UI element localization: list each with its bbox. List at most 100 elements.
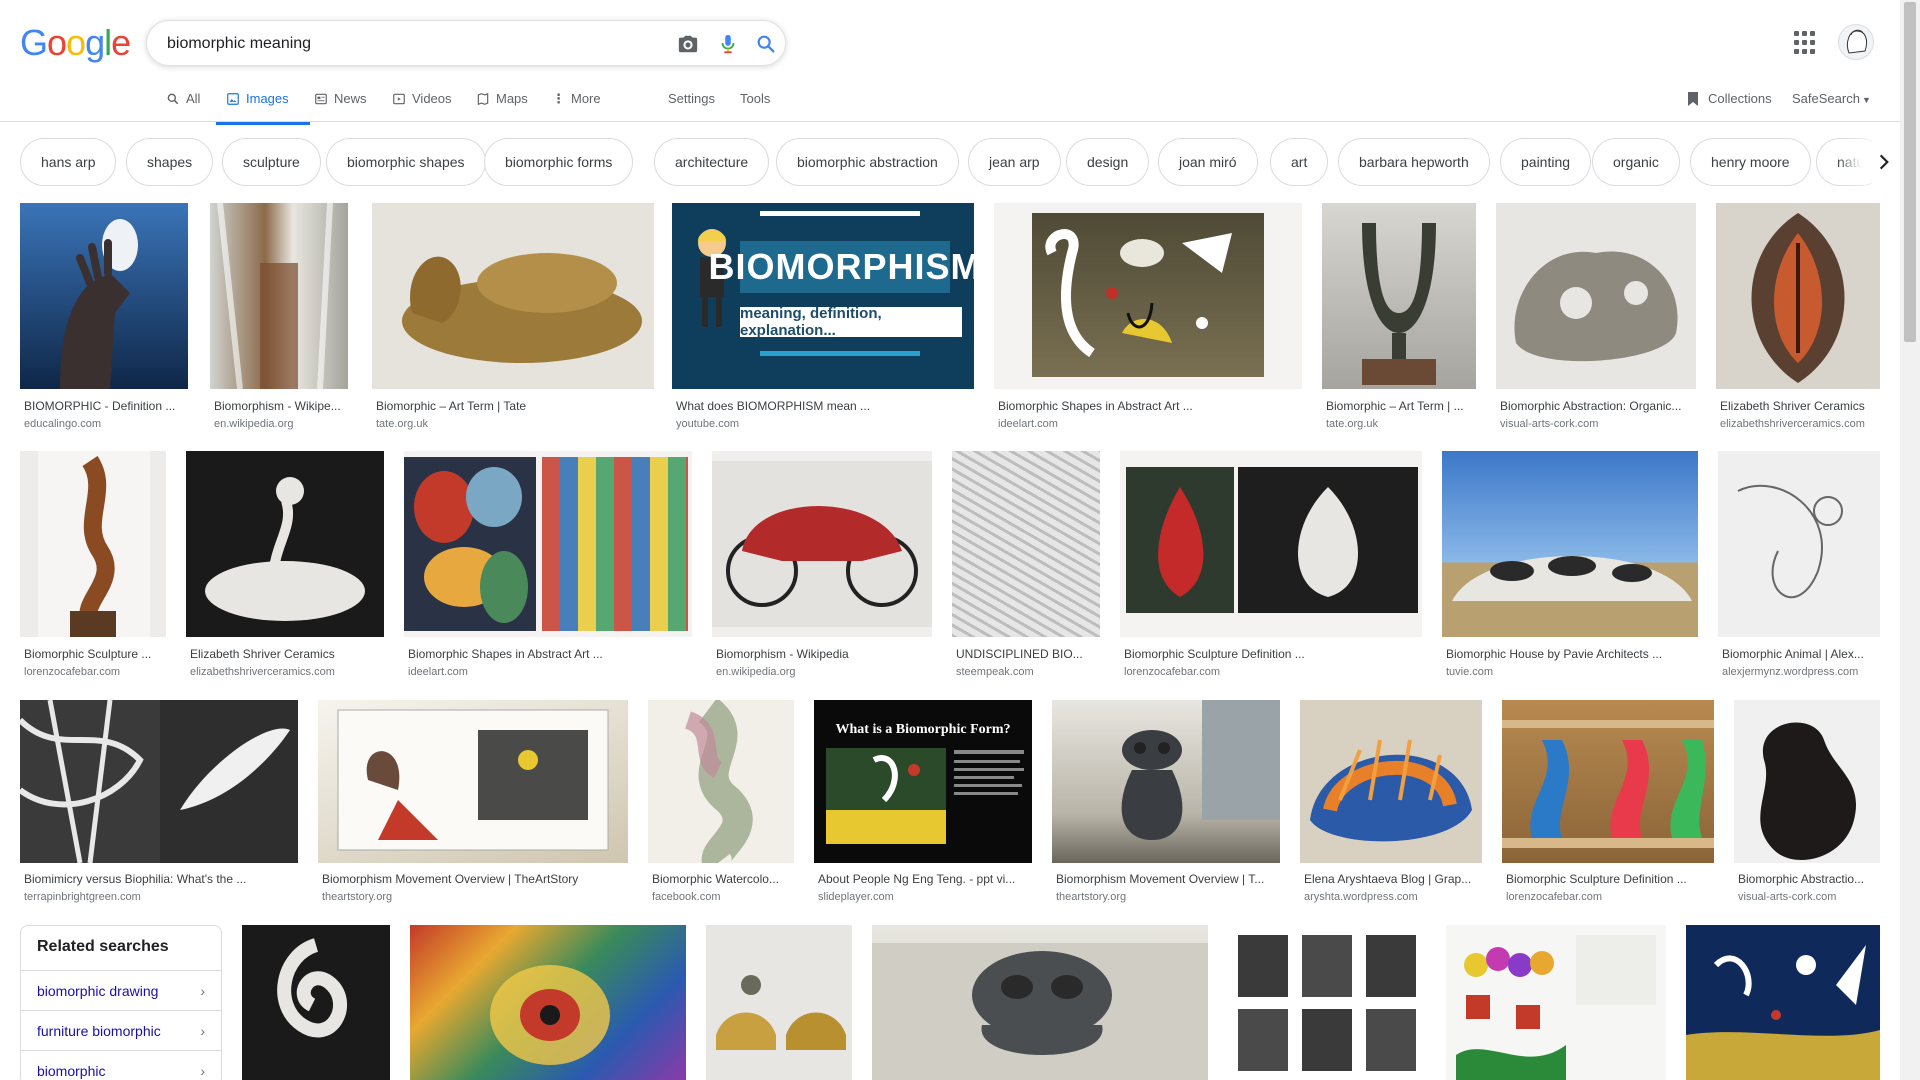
result-thumbnail <box>872 925 1208 1080</box>
image-result[interactable] <box>1446 925 1666 1080</box>
chip[interactable]: biomorphic abstraction <box>776 138 959 186</box>
related-search-item[interactable]: biomorphic drawing › <box>21 970 221 1010</box>
image-result[interactable]: Biomorphic Abstractio... visual-arts-cor… <box>1734 700 1880 910</box>
result-thumbnail <box>706 925 852 1080</box>
result-source: visual-arts-cork.com <box>1500 418 1599 430</box>
result-source: ideelart.com <box>998 418 1058 430</box>
avatar[interactable] <box>1838 24 1874 60</box>
result-caption: Biomimicry versus Biophilia: What's the … <box>24 872 247 886</box>
image-result[interactable]: Biomimicry versus Biophilia: What's the … <box>20 700 298 910</box>
image-result[interactable] <box>242 925 390 1080</box>
tab-label: More <box>571 91 601 106</box>
tab-maps[interactable]: Maps <box>476 91 528 125</box>
related-search-label: furniture biomorphic <box>37 1022 161 1039</box>
collections-label: Collections <box>1708 91 1772 106</box>
result-thumbnail <box>1734 700 1880 863</box>
result-source: facebook.com <box>652 891 721 903</box>
chip[interactable]: painting <box>1500 138 1592 186</box>
result-source: en.wikipedia.org <box>716 666 796 678</box>
collections-link[interactable]: Collections <box>1686 91 1772 107</box>
scrollbar-thumb[interactable] <box>1904 2 1916 342</box>
vertical-scrollbar[interactable] <box>1900 0 1920 1080</box>
tab-more[interactable]: ⋮ More <box>552 91 601 125</box>
image-result[interactable]: Biomorphic Abstraction: Organic... visua… <box>1496 203 1696 433</box>
safesearch-label: SafeSearch <box>1792 91 1860 106</box>
related-search-label: biomorphic <box>37 1062 106 1079</box>
image-result[interactable]: Biomorphic Sculpture Definition ... lore… <box>1120 451 1422 681</box>
tab-news[interactable]: News <box>314 91 367 125</box>
image-result[interactable]: Biomorphic House by Pavie Architects ...… <box>1442 451 1698 681</box>
tab-videos[interactable]: Videos <box>392 91 452 125</box>
tools-link[interactable]: Tools <box>740 91 770 106</box>
search-input[interactable] <box>167 31 627 57</box>
result-caption: Elena Aryshtaeva Blog | Grap... <box>1304 872 1472 886</box>
settings-link[interactable]: Settings <box>668 91 715 106</box>
result-thumbnail <box>20 700 298 863</box>
result-source: theartstory.org <box>322 891 393 903</box>
chip[interactable]: biomorphic shapes <box>326 138 486 186</box>
image-result[interactable] <box>872 925 1208 1080</box>
image-result[interactable]: What is a Biomorphic Form? About People … <box>814 700 1032 910</box>
chip[interactable]: hans arp <box>20 138 117 186</box>
chip[interactable]: shapes <box>126 138 214 186</box>
result-source: lorenzocafebar.com <box>1124 666 1220 678</box>
google-logo[interactable]: Google <box>20 22 131 64</box>
result-thumbnail <box>648 700 794 863</box>
image-result[interactable]: Biomorphic Sculpture Definition ... lore… <box>1502 700 1714 910</box>
related-search-item[interactable]: biomorphic › <box>21 1050 221 1080</box>
result-caption: Biomorphic Sculpture ... <box>24 647 152 661</box>
camera-icon[interactable] <box>677 33 699 55</box>
safesearch-dropdown[interactable]: SafeSearch ▼ <box>1792 91 1871 106</box>
image-result[interactable]: Biomorphic – Art Term | ... tate.org.uk <box>1322 203 1476 433</box>
image-result[interactable]: Elizabeth Shriver Ceramics elizabethshri… <box>1716 203 1880 433</box>
result-caption: Biomorphism - Wikipedia <box>716 647 849 661</box>
chevron-right-icon: › <box>200 982 205 999</box>
image-result[interactable]: UNDISCIPLINED BIO... steempeak.com <box>952 451 1100 681</box>
search-icon[interactable] <box>755 33 777 55</box>
image-result[interactable]: Biomorphic – Art Term | Tate tate.org.uk <box>372 203 654 433</box>
result-caption: Biomorphic Abstractio... <box>1738 872 1865 886</box>
tab-images[interactable]: Images <box>216 91 310 125</box>
map-icon <box>477 92 489 106</box>
image-result[interactable]: Biomorphism Movement Overview | T... the… <box>1052 700 1280 910</box>
result-thumbnail <box>1228 925 1426 1080</box>
image-result[interactable]: Biomorphism - Wikipe... en.wikipedia.org <box>210 203 348 433</box>
image-result[interactable] <box>1228 925 1426 1080</box>
bookmark-icon <box>1688 92 1698 106</box>
result-thumbnail <box>20 203 188 389</box>
image-result[interactable]: BIOMORPHIC - Definition ... educalingo.c… <box>20 203 188 433</box>
related-search-label: biomorphic drawing <box>37 982 159 999</box>
image-result[interactable]: Biomorphism - Wikipedia en.wikipedia.org <box>712 451 932 681</box>
image-result[interactable]: BIOMORPHISM meaning, definition, explana… <box>672 203 974 433</box>
image-result[interactable]: Biomorphic Shapes in Abstract Art ... id… <box>404 451 692 681</box>
chip[interactable]: barbara hepworth <box>1338 138 1490 186</box>
mic-icon[interactable] <box>717 33 739 55</box>
image-result[interactable]: Biomorphic Sculpture ... lorenzocafebar.… <box>20 451 166 681</box>
apps-grid-icon[interactable] <box>1794 31 1818 55</box>
chip[interactable]: jean arp <box>968 138 1061 186</box>
tab-all[interactable]: All <box>166 91 200 125</box>
image-result[interactable] <box>410 925 686 1080</box>
result-source: elizabethshriverceramics.com <box>190 666 335 678</box>
chip[interactable]: art <box>1270 138 1329 186</box>
chip[interactable]: sculpture <box>222 138 321 186</box>
image-result[interactable]: Biomorphic Shapes in Abstract Art ... id… <box>994 203 1302 433</box>
image-result[interactable]: Biomorphism Movement Overview | TheArtSt… <box>318 700 628 910</box>
chip[interactable]: biomorphic forms <box>484 138 634 186</box>
result-caption: Elizabeth Shriver Ceramics <box>190 647 335 661</box>
result-thumbnail <box>242 925 390 1080</box>
chip[interactable]: architecture <box>654 138 770 186</box>
image-result[interactable]: Biomorphic Animal | Alex... alexjermynz.… <box>1718 451 1880 681</box>
image-result[interactable]: Elizabeth Shriver Ceramics elizabethshri… <box>186 451 384 681</box>
chevron-right-icon: › <box>200 1022 205 1039</box>
image-result[interactable]: Biomorphic Watercolo... facebook.com <box>648 700 794 910</box>
image-result[interactable]: Elena Aryshtaeva Blog | Grap... aryshta.… <box>1300 700 1482 910</box>
chip[interactable]: organic <box>1592 138 1680 186</box>
result-thumbnail <box>404 451 692 637</box>
related-search-item[interactable]: furniture biomorphic › <box>21 1010 221 1050</box>
chip[interactable]: design <box>1066 138 1150 186</box>
image-result[interactable] <box>1686 925 1880 1080</box>
chip[interactable]: joan miró <box>1158 138 1258 186</box>
chip[interactable]: henry moore <box>1690 138 1811 186</box>
image-result[interactable] <box>706 925 852 1080</box>
